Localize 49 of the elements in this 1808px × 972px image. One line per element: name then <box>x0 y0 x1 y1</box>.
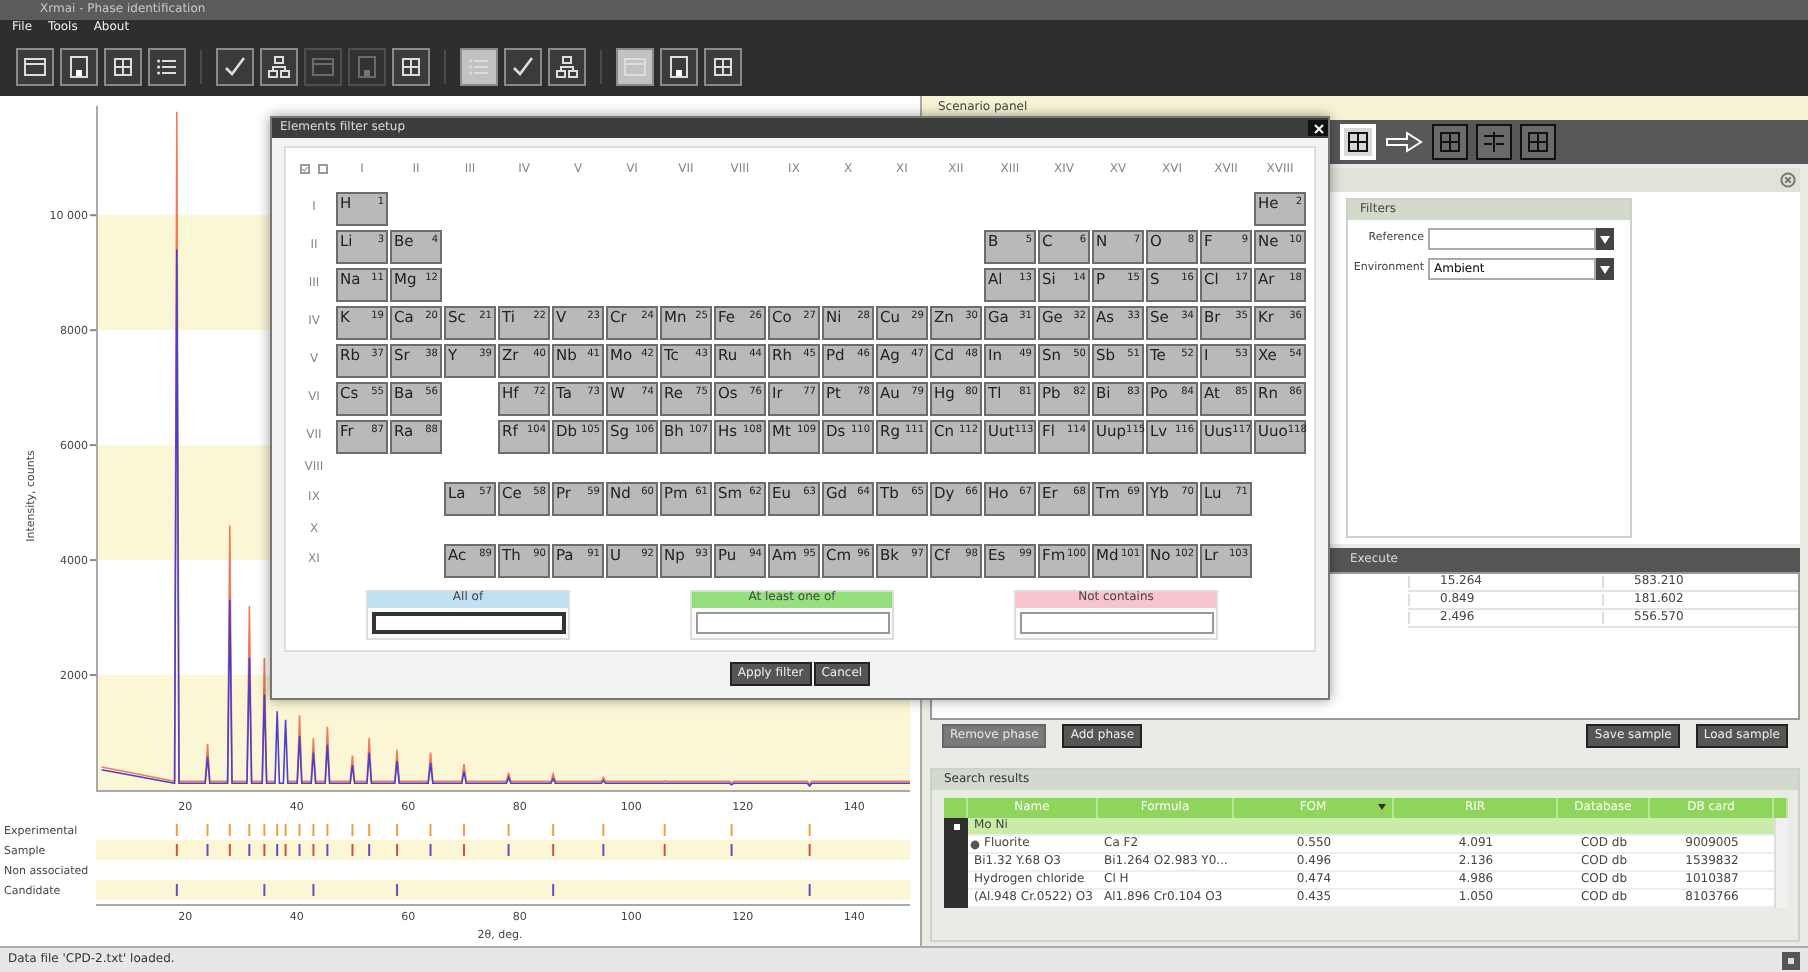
filter-input[interactable] <box>371 612 565 634</box>
floppy-icon <box>354 54 380 80</box>
dropdown-field[interactable] <box>1428 228 1596 250</box>
caret-icon <box>1600 235 1610 243</box>
column-header <box>944 798 968 818</box>
toolbar-button[interactable] <box>392 48 430 86</box>
clear-all-icon <box>318 164 328 174</box>
grid-icon <box>1526 130 1550 154</box>
dropdown-button[interactable] <box>1596 228 1614 250</box>
check-icon <box>510 54 536 80</box>
filter-input[interactable] <box>1019 612 1213 634</box>
toolbar-button[interactable] <box>148 48 186 86</box>
sort-icon <box>1378 804 1386 810</box>
tree-icon <box>554 54 580 80</box>
window-icon <box>310 54 336 80</box>
grid-icon <box>110 54 136 80</box>
close-icon <box>1313 123 1323 133</box>
toolbar-button[interactable] <box>216 48 254 86</box>
row-marker-icon <box>953 824 959 830</box>
toolbar-button[interactable] <box>60 48 98 86</box>
window-icon <box>622 54 648 80</box>
toolbar-button[interactable] <box>704 48 742 86</box>
list-icon <box>154 54 180 80</box>
toolbar-button[interactable] <box>104 48 142 86</box>
grid-icon <box>398 54 424 80</box>
status-button[interactable] <box>1782 951 1800 969</box>
grid-icon <box>1438 130 1462 154</box>
list-icon <box>466 54 492 80</box>
floppy-icon <box>66 54 92 80</box>
dropdown-button[interactable] <box>1596 258 1614 280</box>
arrow-icon <box>1384 130 1424 154</box>
column-header <box>1774 798 1788 818</box>
toolbar-button[interactable] <box>16 48 54 86</box>
tree-icon <box>266 54 292 80</box>
select-all-icon <box>300 164 310 174</box>
floppy-icon <box>666 54 692 80</box>
toolbar-button[interactable] <box>260 48 298 86</box>
close-button[interactable] <box>1308 120 1328 136</box>
grid-icon <box>710 54 736 80</box>
toolbar-button[interactable] <box>504 48 542 86</box>
filter-input[interactable] <box>695 612 889 634</box>
row-header[interactable] <box>944 818 968 836</box>
window-icon <box>22 54 48 80</box>
toolbar-button[interactable] <box>548 48 586 86</box>
close-icon <box>1780 172 1796 188</box>
check-icon <box>222 54 248 80</box>
toolbar-button[interactable] <box>660 48 698 86</box>
caret-icon <box>1600 265 1610 273</box>
grid-icon <box>1346 130 1370 154</box>
